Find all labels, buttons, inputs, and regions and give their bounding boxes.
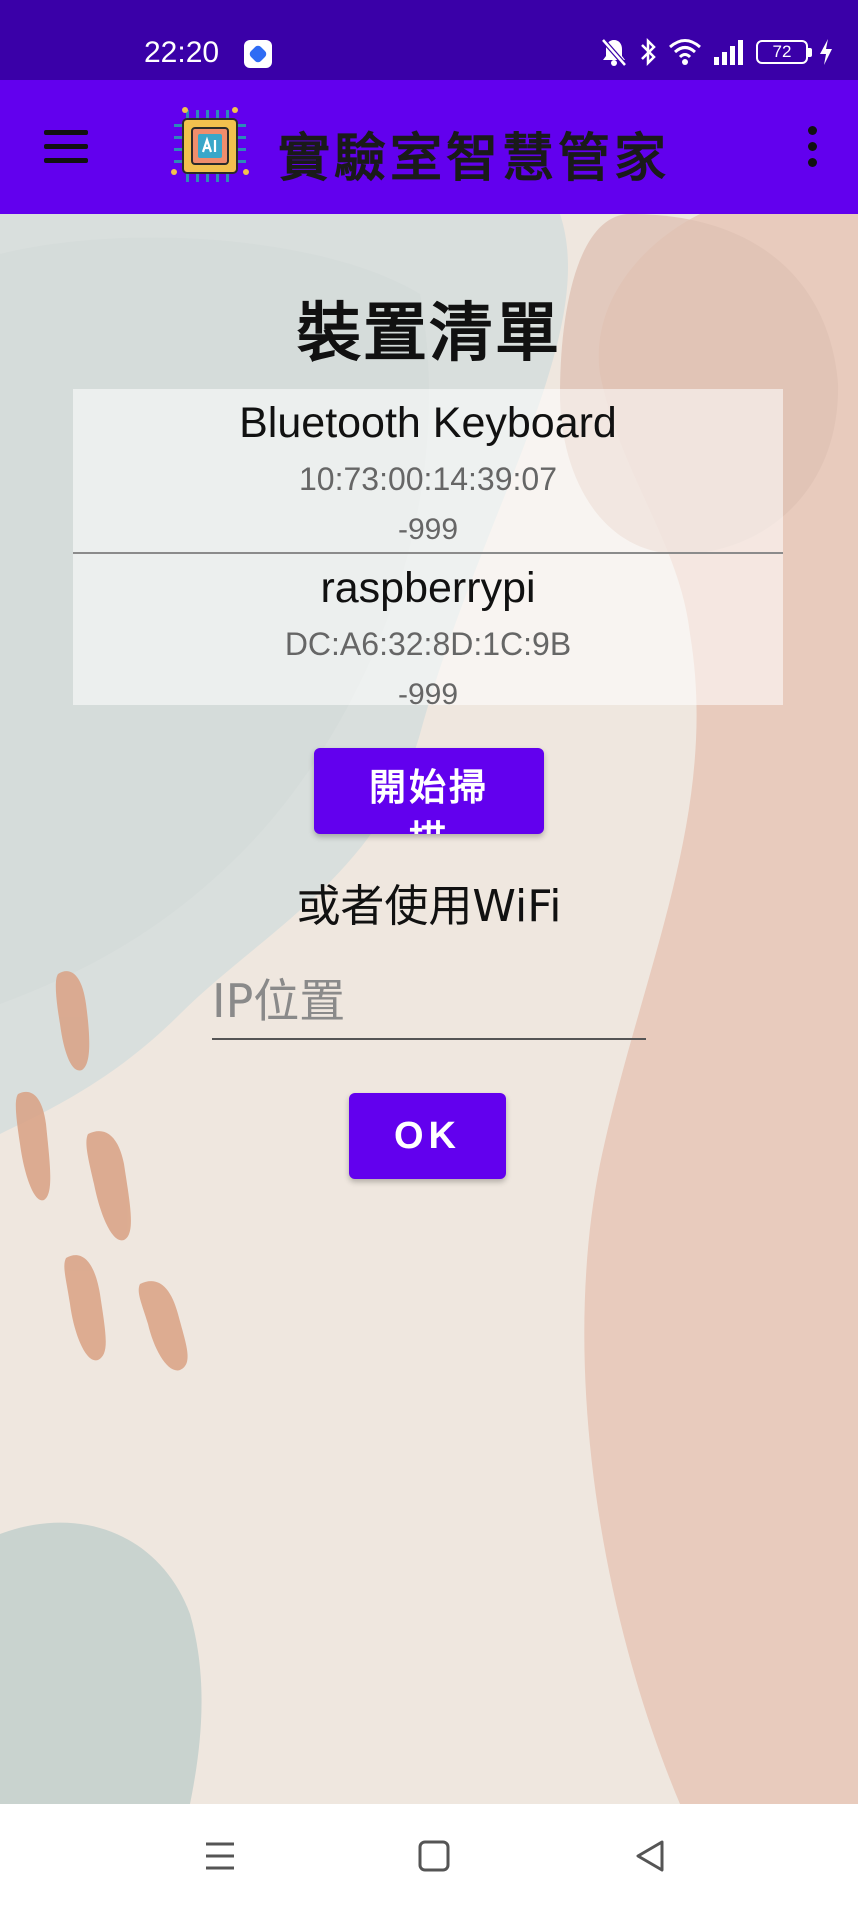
device-name: Bluetooth Keyboard: [239, 399, 617, 447]
device-name: raspberrypi: [320, 564, 536, 612]
battery-icon: 72: [756, 40, 812, 64]
status-time: 22:20: [144, 36, 220, 69]
hamburger-menu-icon[interactable]: [42, 126, 90, 166]
wifi-icon: [669, 39, 701, 65]
app-title: 實驗室智慧管家: [278, 129, 671, 189]
device-rssi: -999: [397, 513, 459, 546]
device-mac-address: DC:A6:32:8D:1C:9B: [284, 626, 572, 662]
mute-notification-icon: [601, 38, 627, 67]
ip-address-input[interactable]: [212, 970, 646, 1040]
status-icons: 72: [600, 34, 834, 70]
device-mac-address: 10:73:00:14:39:07: [298, 461, 557, 497]
wifi-option-label: 或者使用WiFi: [296, 881, 562, 932]
ok-button[interactable]: OK: [349, 1093, 506, 1179]
device-list-item[interactable]: raspberrypi DC:A6:32:8D:1C:9B -999: [73, 554, 783, 705]
battery-level: 72: [772, 42, 792, 61]
device-list: Bluetooth Keyboard 10:73:00:14:39:07 -99…: [73, 389, 783, 705]
notification-app-icon: [244, 40, 272, 68]
device-rssi: -999: [397, 678, 459, 705]
page-title: 裝置清單: [297, 297, 561, 371]
status-bar: 22:20 72: [0, 0, 858, 80]
start-scan-button[interactable]: 開始掃描: [314, 748, 544, 834]
bluetooth-icon: [641, 37, 656, 67]
signal-icon: [714, 40, 743, 65]
back-icon[interactable]: [626, 1832, 674, 1880]
ai-chip-icon: [171, 107, 249, 182]
system-nav-bar: [0, 1804, 858, 1907]
charging-icon: [820, 39, 832, 65]
recent-apps-icon[interactable]: [196, 1832, 244, 1880]
app-bar: 實驗室智慧管家: [0, 80, 858, 214]
home-icon[interactable]: [410, 1832, 458, 1880]
more-vertical-icon[interactable]: [804, 126, 820, 168]
device-list-item[interactable]: Bluetooth Keyboard 10:73:00:14:39:07 -99…: [73, 389, 783, 554]
